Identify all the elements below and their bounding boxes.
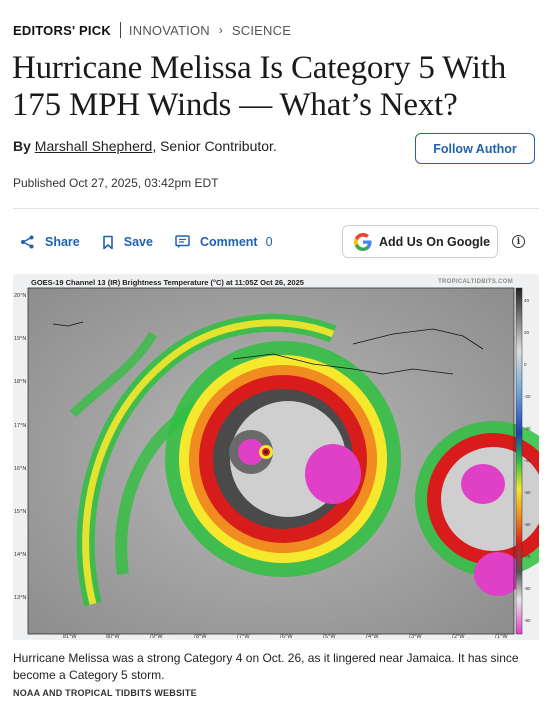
- lat-label: 17°N: [14, 423, 27, 429]
- watermark: TROPICALTIDBITS.COM: [438, 279, 513, 285]
- author-role: , Senior Contributor.: [152, 138, 277, 154]
- lon-label: 75°W: [322, 634, 336, 640]
- share-icon: [21, 235, 34, 249]
- lat-label: 16°N: [14, 466, 27, 472]
- scale-label: 20: [524, 330, 530, 335]
- breadcrumb-science[interactable]: SCIENCE: [232, 23, 291, 38]
- add-us-on-google-button[interactable]: Add Us On Google: [342, 225, 498, 258]
- scale-label: -40: [524, 458, 531, 463]
- satellite-title: GOES-19 Channel 13 (IR) Brightness Tempe…: [31, 278, 304, 287]
- scale-label: 0: [524, 362, 527, 367]
- image-credit: NOAA AND TROPICAL TIDBITS WEBSITE: [13, 688, 197, 698]
- scale-label: -30: [524, 426, 531, 431]
- scale-label: -80: [524, 586, 531, 591]
- scale-label: -90: [524, 618, 531, 623]
- published-date: Published Oct 27, 2025, 03:42pm EDT: [13, 176, 219, 190]
- comment-button[interactable]: Comment 0: [175, 235, 273, 249]
- breadcrumb-innovation[interactable]: INNOVATION: [129, 23, 210, 38]
- lon-label: 71°W: [494, 634, 508, 640]
- byline-prefix: By: [13, 138, 31, 154]
- lat-label: 18°N: [14, 379, 27, 385]
- lat-label: 19°N: [14, 336, 27, 342]
- article-actions: Share Save Comment 0: [20, 232, 295, 252]
- lat-label: 15°N: [14, 509, 27, 515]
- follow-author-button[interactable]: Follow Author: [415, 133, 535, 164]
- lat-label: 14°N: [14, 552, 27, 558]
- breadcrumb-divider: [119, 22, 121, 38]
- lat-label: 13°N: [14, 595, 27, 601]
- lon-label: 73°W: [408, 634, 422, 640]
- lon-label: 80°W: [106, 634, 120, 640]
- google-label: Add Us On Google: [379, 234, 491, 249]
- article-headline: Hurricane Melissa Is Category 5 With 175…: [12, 50, 506, 123]
- scale-label: -60: [524, 522, 531, 527]
- lon-label: 79°W: [149, 634, 163, 640]
- scale-label: 40: [524, 298, 530, 303]
- comment-icon: [175, 235, 190, 248]
- lat-label: 20°N: [14, 293, 27, 299]
- comment-label: Comment: [199, 235, 258, 249]
- lon-label: 72°W: [451, 634, 465, 640]
- save-button[interactable]: Save: [102, 235, 153, 250]
- chevron-right-icon: ›: [218, 23, 223, 37]
- byline: By Marshall Shepherd, Senior Contributor…: [13, 138, 277, 154]
- lon-label: 77°W: [236, 634, 250, 640]
- satellite-map: [27, 287, 539, 635]
- share-label: Share: [45, 235, 80, 249]
- scale-label: -50: [524, 490, 531, 495]
- satellite-image: GOES-19 Channel 13 (IR) Brightness Tempe…: [13, 274, 539, 640]
- lon-label: 74°W: [365, 634, 379, 640]
- lon-label: 76°W: [279, 634, 293, 640]
- info-icon[interactable]: i: [512, 235, 525, 248]
- breadcrumb: EDITORS' PICK INNOVATION › SCIENCE: [13, 21, 291, 39]
- scale-label: -70: [524, 554, 531, 559]
- image-caption: Hurricane Melissa was a strong Category …: [13, 651, 519, 682]
- save-label: Save: [123, 235, 153, 249]
- scale-label: -20: [524, 394, 531, 399]
- divider: [13, 208, 539, 209]
- editors-pick-label: EDITORS' PICK: [13, 22, 111, 38]
- share-button[interactable]: Share: [20, 235, 80, 249]
- lon-label: 78°W: [193, 634, 207, 640]
- google-icon: [354, 232, 372, 251]
- bookmark-icon: [102, 235, 113, 249]
- comment-count: 0: [265, 235, 273, 249]
- lon-label: 81°W: [63, 634, 77, 640]
- author-link[interactable]: Marshall Shepherd: [35, 138, 153, 154]
